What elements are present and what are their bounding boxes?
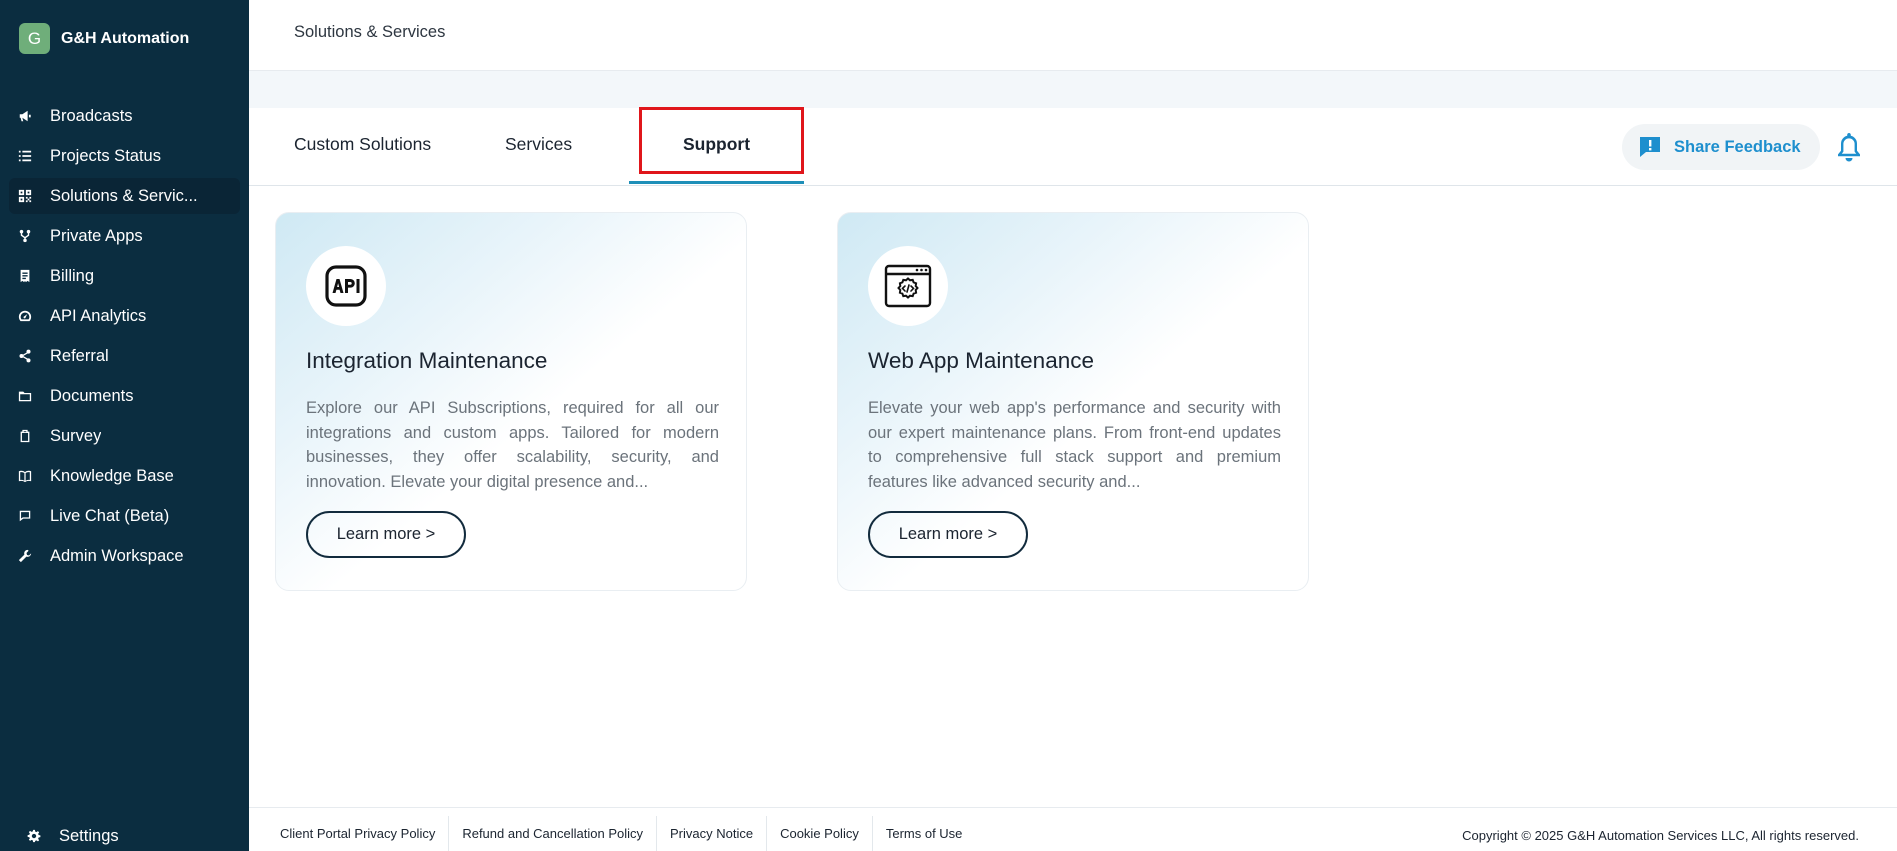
footer-link-cookie-policy[interactable]: Cookie Policy bbox=[767, 816, 873, 851]
chat-icon bbox=[18, 509, 32, 523]
tab-support[interactable]: Support bbox=[683, 134, 750, 155]
sidebar-item-referral[interactable]: Referral bbox=[9, 338, 240, 374]
footer-link-terms-of-use[interactable]: Terms of Use bbox=[873, 816, 976, 851]
sidebar-item-label: Projects Status bbox=[50, 146, 161, 165]
tab-services[interactable]: Services bbox=[505, 134, 572, 155]
sidebar: G G&H Automation Broadcasts Projects Sta… bbox=[0, 0, 249, 851]
card-description: Elevate your web app's performance and s… bbox=[868, 399, 1281, 491]
settings-label: Settings bbox=[59, 826, 119, 845]
api-icon bbox=[325, 265, 367, 307]
sidebar-item-admin-workspace[interactable]: Admin Workspace bbox=[9, 538, 240, 574]
sidebar-item-label: API Analytics bbox=[50, 306, 147, 325]
sidebar-item-label: Admin Workspace bbox=[50, 546, 184, 565]
sidebar-item-label: Knowledge Base bbox=[50, 466, 174, 485]
top-bar: Solutions & Services bbox=[249, 0, 1897, 71]
footer-link-privacy-notice[interactable]: Privacy Notice bbox=[657, 816, 768, 851]
sidebar-item-label: Survey bbox=[50, 426, 102, 445]
tab-custom-solutions[interactable]: Custom Solutions bbox=[294, 134, 431, 155]
sidebar-nav: Broadcasts Projects Status Solutions & S… bbox=[0, 98, 249, 578]
share-icon bbox=[18, 349, 32, 363]
card-icon-wrapper bbox=[306, 246, 386, 326]
sidebar-item-label: Documents bbox=[50, 386, 134, 405]
list-icon bbox=[18, 149, 32, 163]
share-feedback-label: Share Feedback bbox=[1674, 137, 1801, 156]
card-icon-wrapper bbox=[868, 246, 948, 326]
qr-grid-icon bbox=[18, 189, 32, 203]
sidebar-item-settings[interactable]: Settings bbox=[18, 818, 249, 851]
header-band bbox=[249, 71, 1897, 108]
card-title: Integration Maintenance bbox=[306, 348, 548, 373]
gear-icon bbox=[27, 829, 41, 843]
sidebar-item-solutions-services[interactable]: Solutions & Servic... bbox=[9, 178, 240, 214]
folder-icon bbox=[18, 389, 32, 403]
sidebar-item-label: Billing bbox=[50, 266, 95, 285]
card-title: Web App Maintenance bbox=[868, 348, 1094, 373]
receipt-icon bbox=[18, 269, 32, 283]
learn-more-button[interactable]: Learn more > bbox=[306, 511, 466, 558]
sidebar-item-private-apps[interactable]: Private Apps bbox=[9, 218, 240, 254]
integration-maintenance-card: Integration Maintenance Explore our API … bbox=[275, 212, 747, 591]
brand[interactable]: G G&H Automation bbox=[19, 23, 189, 54]
clipboard-icon bbox=[18, 429, 32, 443]
learn-more-button[interactable]: Learn more > bbox=[868, 511, 1028, 558]
sidebar-item-projects-status[interactable]: Projects Status bbox=[9, 138, 240, 174]
sidebar-item-label: Solutions & Servic... bbox=[50, 186, 198, 205]
brand-name: G&H Automation bbox=[61, 29, 190, 47]
page-title: Solutions & Services bbox=[294, 23, 446, 41]
sidebar-item-billing[interactable]: Billing bbox=[9, 258, 240, 294]
tools-icon bbox=[18, 549, 32, 563]
sidebar-item-survey[interactable]: Survey bbox=[9, 418, 240, 454]
sidebar-item-live-chat[interactable]: Live Chat (Beta) bbox=[9, 498, 240, 534]
card-description: Explore our API Subscriptions, required … bbox=[306, 399, 719, 491]
footer: Client Portal Privacy Policy Refund and … bbox=[249, 807, 1897, 851]
fork-icon bbox=[18, 229, 32, 243]
copyright-text: Copyright © 2025 G&H Automation Services… bbox=[1462, 828, 1859, 843]
share-feedback-button[interactable]: Share Feedback bbox=[1622, 124, 1820, 170]
gauge-icon bbox=[18, 309, 32, 323]
sidebar-item-documents[interactable]: Documents bbox=[9, 378, 240, 414]
sidebar-item-label: Broadcasts bbox=[50, 106, 133, 125]
brand-logo: G bbox=[19, 23, 50, 54]
sidebar-item-label: Referral bbox=[50, 346, 109, 365]
feedback-icon bbox=[1640, 137, 1660, 157]
sidebar-item-api-analytics[interactable]: API Analytics bbox=[9, 298, 240, 334]
web-code-icon bbox=[884, 264, 932, 308]
sidebar-item-knowledge-base[interactable]: Knowledge Base bbox=[9, 458, 240, 494]
footer-link-refund-cancellation[interactable]: Refund and Cancellation Policy bbox=[449, 816, 657, 851]
active-tab-underline bbox=[629, 181, 804, 184]
sidebar-item-broadcasts[interactable]: Broadcasts bbox=[9, 98, 240, 134]
megaphone-icon bbox=[18, 109, 32, 123]
footer-links: Client Portal Privacy Policy Refund and … bbox=[267, 816, 975, 851]
sidebar-item-label: Private Apps bbox=[50, 226, 143, 245]
book-icon bbox=[18, 469, 32, 483]
bell-icon[interactable] bbox=[1835, 131, 1863, 163]
web-app-maintenance-card: Web App Maintenance Elevate your web app… bbox=[837, 212, 1309, 591]
footer-link-client-portal-privacy[interactable]: Client Portal Privacy Policy bbox=[267, 816, 450, 851]
sidebar-item-label: Live Chat (Beta) bbox=[50, 506, 170, 525]
